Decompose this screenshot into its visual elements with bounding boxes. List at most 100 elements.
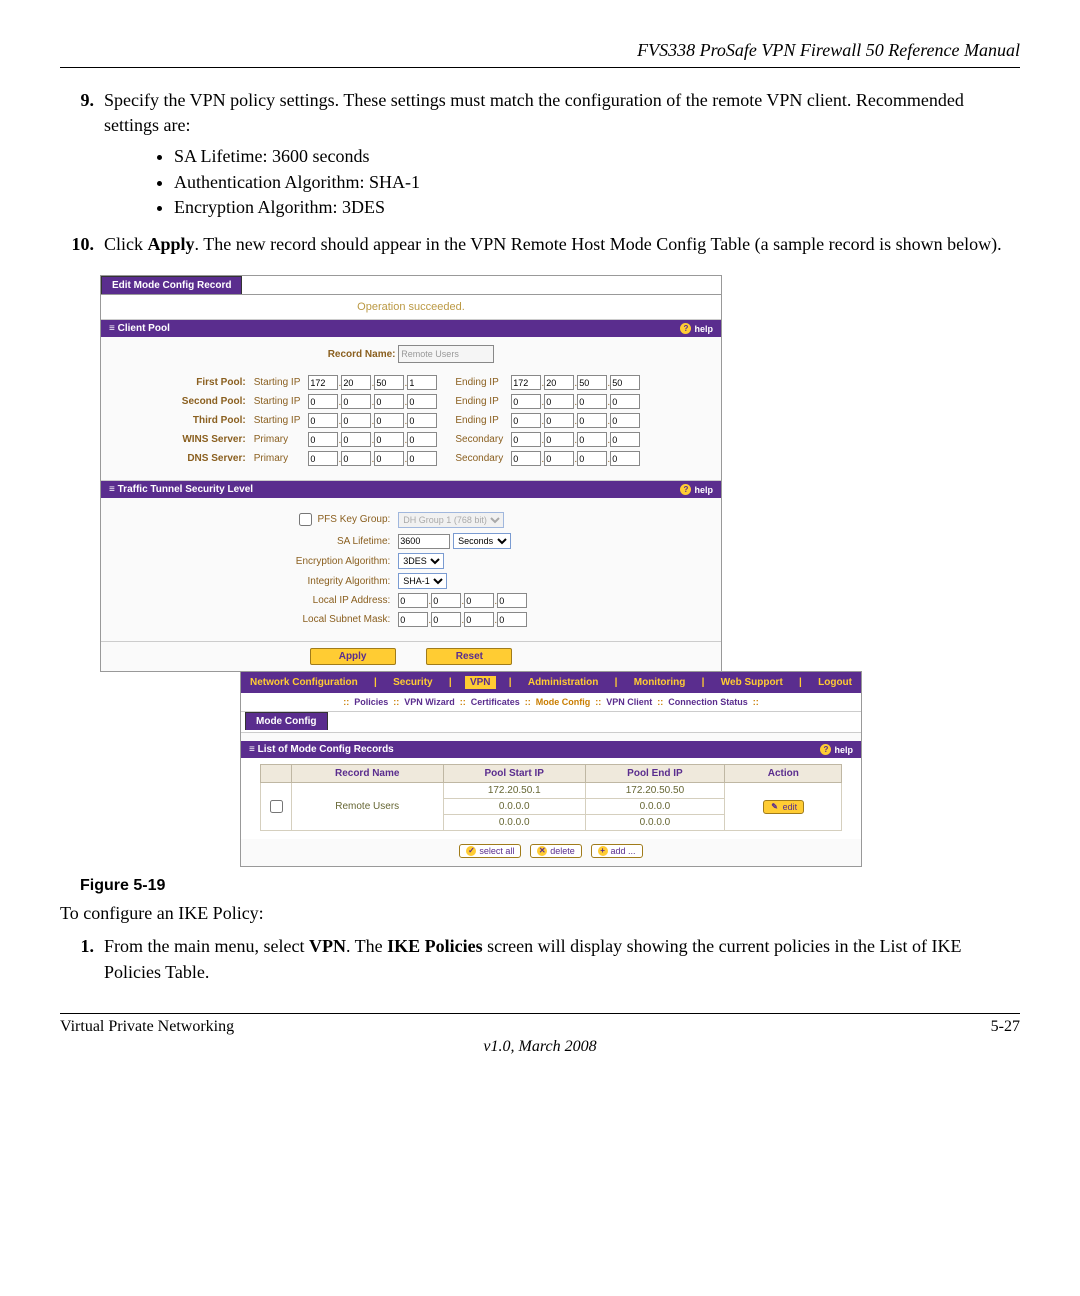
ip-octet-input[interactable] xyxy=(577,413,607,428)
footer-version: v1.0, March 2008 xyxy=(60,1038,1020,1056)
ip-octet-input[interactable] xyxy=(511,413,541,428)
ip-octet-input[interactable] xyxy=(341,451,371,466)
sa-unit-select[interactable]: Seconds xyxy=(453,533,511,549)
local-ip-octet[interactable] xyxy=(431,593,461,608)
ip-octet-input[interactable] xyxy=(341,413,371,428)
record-name-input[interactable] xyxy=(398,345,494,363)
table-row: Remote Users 172.20.50.1 172.20.50.50 ✎e… xyxy=(260,783,842,799)
help-icon: ? xyxy=(680,323,691,334)
subnav-policies[interactable]: Policies xyxy=(351,697,391,707)
ip-octet-input[interactable] xyxy=(577,375,607,390)
select-all-button[interactable]: ✓select all xyxy=(459,844,521,858)
ip-octet-input[interactable] xyxy=(407,451,437,466)
local-ip-label: Local IP Address: xyxy=(291,593,395,608)
local-ip-octet[interactable] xyxy=(398,593,428,608)
ip-octet-input[interactable] xyxy=(341,432,371,447)
nav-monitoring[interactable]: Monitoring xyxy=(631,677,689,688)
local-ip-octet[interactable] xyxy=(464,593,494,608)
ip-octet-input[interactable] xyxy=(577,451,607,466)
section-list-records: ≡ List of Mode Config Records xyxy=(249,744,394,755)
ip-octet-input[interactable] xyxy=(308,413,338,428)
ip-octet-input[interactable] xyxy=(374,413,404,428)
ip-octet-input[interactable] xyxy=(407,394,437,409)
ip-octet-input[interactable] xyxy=(544,413,574,428)
pfs-checkbox[interactable] xyxy=(299,513,312,526)
plus-icon: + xyxy=(598,846,608,856)
nav-administration[interactable]: Administration xyxy=(525,677,602,688)
col-record-name: Record Name xyxy=(291,765,443,783)
ip-octet-input[interactable] xyxy=(577,432,607,447)
section-traffic-tunnel: ≡ Traffic Tunnel Security Level xyxy=(109,484,253,495)
ip-octet-input[interactable] xyxy=(511,432,541,447)
ip-octet-input[interactable] xyxy=(407,432,437,447)
nav-logout[interactable]: Logout xyxy=(815,677,855,688)
ip-octet-input[interactable] xyxy=(610,413,640,428)
subnav-vpn-wizard[interactable]: VPN Wizard xyxy=(401,697,457,707)
edit-button[interactable]: ✎edit xyxy=(763,800,805,814)
ip-octet-input[interactable] xyxy=(407,375,437,390)
ip-octet-input[interactable] xyxy=(511,451,541,466)
step-10-num: 10. xyxy=(60,232,94,257)
local-ip-octet[interactable] xyxy=(497,593,527,608)
ip-octet-input[interactable] xyxy=(374,375,404,390)
ip-octet-input[interactable] xyxy=(544,375,574,390)
ip-octet-input[interactable] xyxy=(511,394,541,409)
configure-ike-text: To configure an IKE Policy: xyxy=(60,901,1020,926)
ip-octet-input[interactable] xyxy=(374,432,404,447)
ip-octet-input[interactable] xyxy=(308,432,338,447)
ip-octet-input[interactable] xyxy=(577,394,607,409)
help-link[interactable]: ?help xyxy=(680,323,713,334)
sa-lifetime-input[interactable] xyxy=(398,534,450,549)
local-mask-octet[interactable] xyxy=(431,612,461,627)
ip-octet-input[interactable] xyxy=(544,394,574,409)
ip-octet-input[interactable] xyxy=(341,394,371,409)
ip-octet-input[interactable] xyxy=(374,394,404,409)
pool-row-label: First Pool: xyxy=(178,375,250,390)
apply-button[interactable]: Apply xyxy=(310,648,396,665)
nav-web-support[interactable]: Web Support xyxy=(718,677,786,688)
local-mask-octet[interactable] xyxy=(464,612,494,627)
ip-octet-input[interactable] xyxy=(610,394,640,409)
ip-octet-input[interactable] xyxy=(374,451,404,466)
ip-octet-input[interactable] xyxy=(308,394,338,409)
edit-icon: ✎ xyxy=(770,802,780,812)
ip-octet-input[interactable] xyxy=(544,451,574,466)
local-mask-octet[interactable] xyxy=(398,612,428,627)
step-9-text: Specify the VPN policy settings. These s… xyxy=(104,90,964,135)
ip-octet-input[interactable] xyxy=(308,451,338,466)
ip-octet-input[interactable] xyxy=(511,375,541,390)
encryption-select[interactable]: 3DES xyxy=(398,553,444,569)
subnav-certificates[interactable]: Certificates xyxy=(468,697,523,707)
ip-octet-input[interactable] xyxy=(610,432,640,447)
integrity-select[interactable]: SHA-1 xyxy=(398,573,447,589)
ip-octet-input[interactable] xyxy=(407,413,437,428)
nav-security[interactable]: Security xyxy=(390,677,435,688)
nav-vpn[interactable]: VPN xyxy=(465,676,496,689)
subnav-vpn-client[interactable]: VPN Client xyxy=(603,697,655,707)
edit-mode-config-panel: Edit Mode Config Record Operation succee… xyxy=(100,275,722,672)
ip-octet-input[interactable] xyxy=(610,451,640,466)
nav-network-configuration[interactable]: Network Configuration xyxy=(247,677,361,688)
sa-lifetime-label: SA Lifetime: xyxy=(291,533,395,549)
delete-button[interactable]: ✕delete xyxy=(530,844,582,858)
reset-button[interactable]: Reset xyxy=(426,648,512,665)
subnav-mode-config[interactable]: Mode Config xyxy=(533,697,594,707)
local-mask-octet[interactable] xyxy=(497,612,527,627)
help-link[interactable]: ?help xyxy=(820,744,853,755)
col-action: Action xyxy=(725,765,842,783)
step-10-pre: Click xyxy=(104,234,148,254)
panel1-tab[interactable]: Edit Mode Config Record xyxy=(101,276,242,294)
row-checkbox[interactable] xyxy=(270,800,283,813)
x-icon: ✕ xyxy=(537,846,547,856)
subnav-connection-status[interactable]: Connection Status xyxy=(665,697,751,707)
ip-octet-input[interactable] xyxy=(610,375,640,390)
ip-octet-input[interactable] xyxy=(308,375,338,390)
encryption-label: Encryption Algorithm: xyxy=(291,553,395,569)
mode-config-tab[interactable]: Mode Config xyxy=(245,712,328,730)
step-9-bullet: SA Lifetime: 3600 seconds xyxy=(174,144,1020,169)
ip-octet-input[interactable] xyxy=(544,432,574,447)
ip-octet-input[interactable] xyxy=(341,375,371,390)
help-link[interactable]: ?help xyxy=(680,484,713,495)
step-9-bullet: Encryption Algorithm: 3DES xyxy=(174,195,1020,220)
add-button[interactable]: +add ... xyxy=(591,844,643,858)
